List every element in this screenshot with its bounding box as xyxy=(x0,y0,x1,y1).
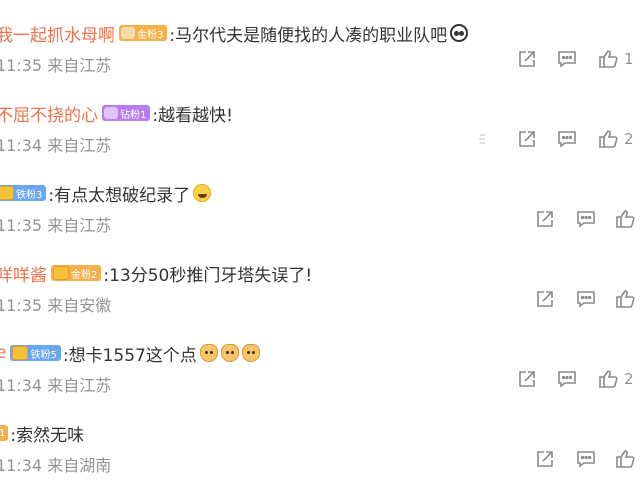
comment-line: 1 :索然无味 xyxy=(0,420,84,446)
badge-icon xyxy=(104,107,118,119)
comment-line: 不屈不挠的心 钻粉1 :越看越快! xyxy=(0,100,233,126)
forward-icon[interactable] xyxy=(534,288,556,310)
username-link[interactable]: 我一起抓水母啊 xyxy=(0,21,115,46)
crown-icon xyxy=(12,346,29,360)
forward-icon[interactable] xyxy=(534,448,556,470)
doge-emoji-icon xyxy=(220,344,239,362)
comment-item: 1 :索然无味 11:34 来自湖南 xyxy=(0,400,640,480)
forward-icon[interactable] xyxy=(516,128,538,150)
comment-item: 铁粉3 :有点太想破纪录了 11:35 来自江苏 xyxy=(0,160,640,240)
comment-icon[interactable] xyxy=(575,448,597,470)
fan-badge[interactable]: 铁粉3 xyxy=(0,185,47,201)
username-link[interactable]: 不屈不挠的心 xyxy=(0,101,98,126)
comment-item: 我一起抓水母啊 金粉3 :马尔代夫是随便找的人凑的职业队吧 11:35 来自江苏… xyxy=(0,0,640,80)
comment-line: 铁粉3 :有点太想破纪录了 xyxy=(0,180,212,206)
like-count: 2 xyxy=(624,370,634,388)
thumbs-up-icon[interactable] xyxy=(614,448,636,470)
fan-badge[interactable]: 金粉3 xyxy=(119,25,168,41)
badge-label: 1 xyxy=(0,427,6,439)
comment-text: :越看越快! xyxy=(152,105,233,126)
comment-icon[interactable] xyxy=(556,48,578,70)
thumbs-up-icon[interactable] xyxy=(597,128,619,150)
doge-emoji-icon xyxy=(199,344,218,362)
comment-line: 我一起抓水母啊 金粉3 :马尔代夫是随便找的人凑的职业队吧 xyxy=(0,20,469,46)
badge-icon xyxy=(121,27,135,39)
comment-icon[interactable] xyxy=(556,128,578,150)
thumbs-up-icon[interactable] xyxy=(614,288,636,310)
comment-icon[interactable] xyxy=(556,368,578,390)
username-link[interactable]: 咩咩酱 xyxy=(0,261,47,286)
thumbs-up-icon[interactable] xyxy=(597,368,619,390)
comment-item: 不屈不挠的心 钻粉1 :越看越快! 11:34 来自江苏 2 xyxy=(0,80,640,160)
crown-icon xyxy=(0,186,14,200)
share-icon[interactable] xyxy=(476,128,498,150)
comment-item: e 铁粉5 :想卡1557这个点 11:34 来自江苏 2 xyxy=(0,320,640,400)
thumbs-up-icon[interactable] xyxy=(614,208,636,230)
badge-label: 金粉2 xyxy=(71,269,98,281)
comment-text: :13分50秒推门牙塔失误了! xyxy=(103,265,313,286)
comment-text: :马尔代夫是随便找的人凑的职业队吧 xyxy=(169,25,448,46)
badge-label: 铁粉5 xyxy=(30,349,57,361)
comment-line: e 铁粉5 :想卡1557这个点 xyxy=(0,340,260,366)
thumbs-up-icon[interactable] xyxy=(597,48,619,70)
comment-text: :有点太想破纪录了 xyxy=(48,185,191,206)
forward-icon[interactable] xyxy=(516,48,538,70)
fan-badge[interactable]: 铁粉5 xyxy=(10,345,61,361)
fan-badge[interactable]: 1 xyxy=(0,425,9,441)
fan-badge[interactable]: 金粉2 xyxy=(51,265,102,281)
comment-icon[interactable] xyxy=(575,288,597,310)
like-count: 1 xyxy=(624,50,634,68)
comment-item: 咩咩酱 金粉2 :13分50秒推门牙塔失误了! 11:35 来自安徽 xyxy=(0,240,640,320)
panda-emoji-icon xyxy=(450,24,469,42)
like-count: 2 xyxy=(624,130,634,148)
laugh-emoji-icon xyxy=(193,184,212,202)
forward-icon[interactable] xyxy=(516,368,538,390)
crown-icon xyxy=(53,266,69,280)
username-link[interactable]: e xyxy=(0,343,6,363)
comment-icon[interactable] xyxy=(575,208,597,230)
comment-line: 咩咩酱 金粉2 :13分50秒推门牙塔失误了! xyxy=(0,260,312,286)
fan-badge[interactable]: 钻粉1 xyxy=(102,105,151,121)
comment-text: :想卡1557这个点 xyxy=(62,345,197,366)
badge-label: 钻粉1 xyxy=(120,109,147,121)
forward-icon[interactable] xyxy=(534,208,556,230)
comment-text: :索然无味 xyxy=(10,425,85,446)
badge-label: 铁粉3 xyxy=(16,189,43,201)
badge-label: 金粉3 xyxy=(137,29,164,41)
doge-emoji-icon xyxy=(241,344,260,362)
